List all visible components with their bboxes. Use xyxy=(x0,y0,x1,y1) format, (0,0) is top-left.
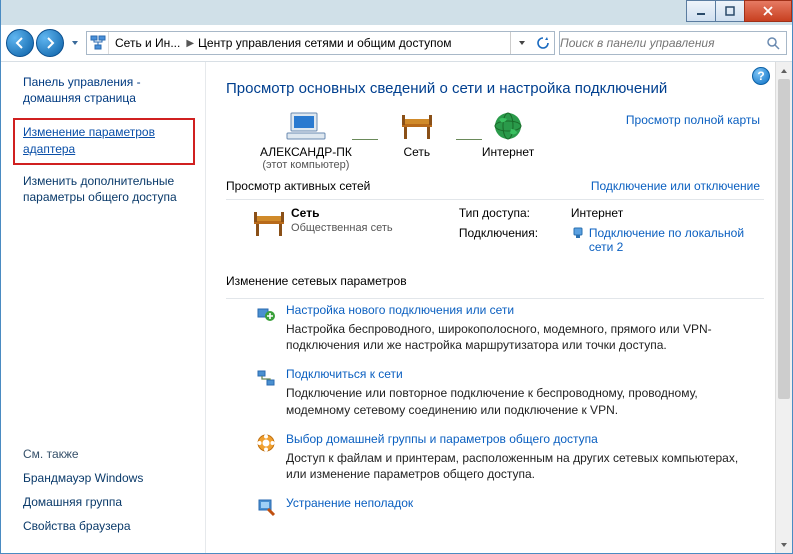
advanced-sharing-link[interactable]: Изменить дополнительные параметры общего… xyxy=(23,173,195,205)
breadcrumb-dropdown[interactable] xyxy=(510,32,532,54)
connection-name: Сеть xyxy=(291,206,459,220)
control-panel-home-link[interactable]: Панель управления - домашняя страница xyxy=(23,74,195,106)
pc-name: АЛЕКСАНДР-ПК xyxy=(260,145,352,159)
see-also-header: См. также xyxy=(23,447,195,461)
view-full-map-link[interactable]: Просмотр полной карты xyxy=(626,109,778,127)
task-homegroup-desc: Доступ к файлам и принтерам, расположенн… xyxy=(286,450,752,482)
network-center-icon xyxy=(87,32,109,54)
task-troubleshoot: Устранение неполадок xyxy=(226,492,778,530)
scroll-track[interactable] xyxy=(776,79,792,536)
local-connection-text: Подключение по локальной сети 2 xyxy=(589,226,760,254)
task-connect-desc: Подключение или повторное подключение к … xyxy=(286,385,752,417)
main-content: ? Просмотр основных сведений о сети и на… xyxy=(206,62,792,553)
see-also-internet-options[interactable]: Свойства браузера xyxy=(23,519,195,533)
network-node[interactable]: Сеть xyxy=(396,109,438,159)
computer-icon xyxy=(285,109,327,143)
task-new-connection: Настройка нового подключения или сети На… xyxy=(226,299,778,363)
troubleshoot-icon xyxy=(256,496,286,520)
bench-icon xyxy=(250,206,291,245)
history-dropdown[interactable] xyxy=(68,32,82,54)
connect-icon xyxy=(256,367,286,417)
breadcrumb-net[interactable]: Сеть и Ин... xyxy=(115,36,180,50)
access-type-value: Интернет xyxy=(571,206,760,220)
task-new-connection-desc: Настройка беспроводного, широкополосного… xyxy=(286,321,752,353)
sidebar: Панель управления - домашняя страница Из… xyxy=(1,62,206,553)
scroll-up-button[interactable] xyxy=(776,62,792,79)
task-connect-link[interactable]: Подключиться к сети xyxy=(286,367,752,381)
back-button[interactable] xyxy=(6,29,34,57)
connections-label: Подключения: xyxy=(459,226,569,240)
scroll-down-button[interactable] xyxy=(776,536,792,553)
bench-icon xyxy=(396,109,438,143)
refresh-button[interactable] xyxy=(532,32,554,54)
pc-sub: (этот компьютер) xyxy=(262,159,349,171)
task-new-connection-link[interactable]: Настройка нового подключения или сети xyxy=(286,303,752,317)
chevron-right-icon: ▶ xyxy=(186,38,194,49)
ethernet-icon xyxy=(571,226,585,240)
access-type-label: Тип доступа: xyxy=(459,206,569,220)
task-homegroup-link[interactable]: Выбор домашней группы и параметров общег… xyxy=(286,432,752,446)
see-also-firewall[interactable]: Брандмауэр Windows xyxy=(23,471,195,485)
search-input[interactable] xyxy=(560,36,760,50)
task-troubleshoot-link[interactable]: Устранение неполадок xyxy=(286,496,413,510)
forward-button[interactable] xyxy=(36,29,64,57)
connection-type: Общественная сеть xyxy=(291,222,459,234)
globe-icon xyxy=(487,109,529,143)
change-settings-header: Изменение сетевых параметров xyxy=(226,274,778,288)
network-map-overview: АЛЕКСАНДР-ПК (этот компьютер) Сеть Интер… xyxy=(226,109,778,171)
help-icon[interactable]: ? xyxy=(752,67,770,85)
address-bar[interactable]: Сеть и Ин... ▶ Центр управления сетями и… xyxy=(86,31,555,55)
search-icon[interactable] xyxy=(760,36,786,50)
minimize-button[interactable] xyxy=(686,0,716,22)
window-controls xyxy=(687,0,792,22)
active-networks-label: Просмотр активных сетей xyxy=(226,179,370,193)
new-connection-icon xyxy=(256,303,286,353)
task-connect: Подключиться к сети Подключение или повт… xyxy=(226,363,778,427)
internet-name: Интернет xyxy=(482,145,534,159)
page-title: Просмотр основных сведений о сети и наст… xyxy=(226,80,778,97)
breadcrumb-current[interactable]: Центр управления сетями и общим доступом xyxy=(198,36,452,50)
active-networks-header-row: Просмотр активных сетей Подключение или … xyxy=(226,179,778,193)
vertical-scrollbar[interactable] xyxy=(775,62,792,553)
task-homegroup: Выбор домашней группы и параметров общег… xyxy=(226,428,778,492)
connect-disconnect-link[interactable]: Подключение или отключение xyxy=(591,179,778,193)
internet-node[interactable]: Интернет xyxy=(482,109,534,159)
search-box[interactable] xyxy=(559,31,787,55)
homegroup-icon xyxy=(256,432,286,482)
see-also-homegroup[interactable]: Домашняя группа xyxy=(23,495,195,509)
close-button[interactable] xyxy=(744,0,792,22)
change-adapter-settings-link[interactable]: Изменение параметров адаптера xyxy=(23,124,185,158)
network-name: Сеть xyxy=(403,145,430,159)
this-pc-node[interactable]: АЛЕКСАНДР-ПК (этот компьютер) xyxy=(260,109,352,171)
active-network-item: Сеть Общественная сеть Тип доступа: Инте… xyxy=(226,200,778,268)
scroll-thumb[interactable] xyxy=(778,79,790,399)
local-connection-link[interactable]: Подключение по локальной сети 2 xyxy=(571,226,760,254)
maximize-button[interactable] xyxy=(715,0,745,22)
breadcrumb[interactable]: Сеть и Ин... ▶ Центр управления сетями и… xyxy=(109,32,456,54)
highlighted-adapter-link: Изменение параметров адаптера xyxy=(13,118,195,165)
navigation-bar: Сеть и Ин... ▶ Центр управления сетями и… xyxy=(6,25,787,61)
